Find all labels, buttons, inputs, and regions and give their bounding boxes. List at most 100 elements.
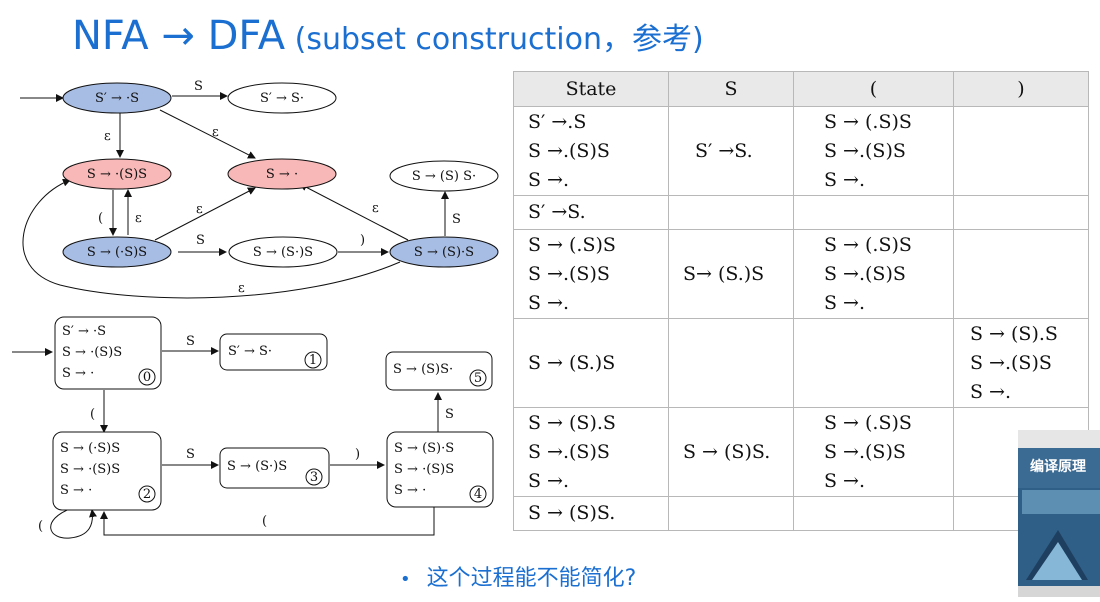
header-rparen: ) — [953, 71, 1089, 107]
dfa-edge-label: S — [186, 334, 195, 349]
cell-state: S → (S)S. — [513, 496, 669, 531]
dfa-item: S → (S·)S — [227, 459, 287, 474]
table-header-row: State S ( ) — [513, 71, 1089, 107]
dfa-edge-label: ( — [262, 514, 267, 529]
cell-line: S →.(S)S — [824, 139, 906, 162]
cell-line: S →. — [528, 168, 570, 191]
nfa-edge — [299, 183, 409, 241]
cell-state: S → (S).S S →.(S)S S →. — [513, 407, 669, 497]
dfa-item: S → · — [394, 483, 426, 498]
nfa-edge-label: S — [196, 233, 205, 248]
nfa-edge — [159, 109, 256, 159]
cell-s: S→ (S.)S — [668, 229, 794, 319]
nfa-state-label: S′ → ·S — [95, 91, 139, 106]
cell-lparen: S → (.S)S S →.(S)S S →. — [793, 407, 954, 497]
cell-line: S → (.S)S — [824, 411, 912, 434]
dfa-item: S → ·(S)S — [62, 345, 122, 360]
cell-line: S →.(S)S — [528, 440, 610, 463]
bullet-text: 这个过程能不能简化? — [426, 566, 637, 591]
cell-line: S → (.S)S — [528, 233, 616, 256]
cell-line: S′ →S. — [528, 201, 586, 223]
dfa-item: S → · — [62, 366, 94, 381]
state-number: 5 — [474, 371, 482, 386]
cell-state: S → (S.)S — [513, 318, 669, 408]
state-number: 0 — [143, 370, 151, 385]
cell-lparen — [793, 496, 954, 531]
bullet-dot: • — [400, 569, 411, 590]
cell-line: S →.(S)S — [528, 262, 610, 285]
nfa-state-label: S → (·S)S — [87, 245, 147, 260]
table-row: S → (S).S S →.(S)S S →. S → (S)S. S → (.… — [513, 407, 1089, 497]
title-main: NFA → DFA — [72, 13, 286, 59]
cell-line: S →. — [528, 291, 570, 314]
cell-s — [668, 195, 794, 230]
cell-state: S → (.S)S S →.(S)S S →. — [513, 229, 669, 319]
textbook-title: 编译原理 — [1030, 459, 1086, 475]
nfa-edge-label: ε — [135, 211, 142, 226]
nfa-state-label: S → ·(S)S — [87, 167, 147, 182]
nfa-diagram: S ε ε ( ε ε S ) S ε ε S′ → ·S S′ → S· S … — [20, 79, 499, 299]
dfa-item: S → (·S)S — [60, 441, 120, 456]
cell-rparen — [953, 195, 1089, 230]
dfa-item: S → (S)·S — [394, 441, 454, 456]
nfa-edge-label: ε — [196, 202, 203, 217]
cell-line: S → (S)S. — [683, 440, 771, 463]
dfa-edge-label: ( — [38, 519, 43, 534]
cell-s: S → (S)S. — [668, 407, 794, 497]
cell-line: S →. — [528, 469, 570, 492]
table-row: S′ →S. — [513, 195, 1089, 230]
state-number: 1 — [309, 353, 317, 368]
dfa-edge-label: S — [186, 447, 195, 462]
textbook-cover-image: 编译原理 — [1018, 430, 1100, 597]
nfa-state-label: S → (S·)S — [253, 245, 313, 260]
cell-line: S → (.S)S — [824, 110, 912, 133]
dfa-item: S′ → ·S — [62, 324, 106, 339]
cell-lparen — [793, 195, 954, 230]
cell-line: S′ →.S — [528, 110, 587, 133]
nfa-edge — [22, 178, 401, 299]
title-subtitle: (subset construction，参考) — [285, 22, 704, 57]
state-number: 4 — [474, 487, 482, 502]
cell-state: S′ →.S S →.(S)S S →. — [513, 106, 669, 196]
nfa-edge-label: S — [194, 79, 203, 94]
table-row: S′ →.S S →.(S)S S →. S′ →S. S → (.S)S S … — [513, 106, 1089, 196]
cell-line: S → (S.)S — [528, 351, 616, 374]
cell-line: S →. — [824, 469, 866, 492]
dfa-diagram: S ( S ) S ( ( S′ → ·S S → ·(S)S S → · 0 … — [12, 316, 494, 539]
dfa-transition-table: State S ( ) S′ →.S S →.(S)S S →. S′ →S. … — [513, 71, 1089, 531]
nfa-state-label: S → (S)·S — [414, 245, 474, 260]
cell-line: S →.(S)S — [528, 139, 610, 162]
cell-line: S →.(S)S — [824, 440, 906, 463]
cell-s: S′ →S. — [668, 106, 794, 196]
dfa-item: S → (S)S· — [393, 362, 453, 377]
nfa-state-label: S → (S) S· — [412, 169, 476, 184]
nfa-edge-label: ε — [372, 201, 379, 216]
cell-lparen — [793, 318, 954, 408]
dfa-edge-label: ( — [90, 407, 95, 422]
slide-title: NFA → DFA (subset construction，参考) — [72, 8, 704, 64]
table-row: S → (S)S. — [513, 496, 1089, 531]
nfa-state-label: S′ → S· — [260, 91, 304, 106]
dfa-item: S → ·(S)S — [60, 462, 120, 477]
nfa-edge-label: S — [452, 212, 461, 227]
cell-rparen — [953, 229, 1089, 319]
dfa-edge-label: S — [445, 407, 454, 422]
nfa-edge-label: ε — [104, 129, 111, 144]
state-number: 2 — [143, 487, 151, 502]
cell-line: S →.(S)S — [824, 262, 906, 285]
dfa-item: S′ → S· — [228, 344, 272, 359]
cell-lparen: S → (.S)S S →.(S)S S →. — [793, 106, 954, 196]
cell-line: S → (S)S. — [528, 502, 616, 524]
table-row: S → (.S)S S →.(S)S S →. S→ (S.)S S → (.S… — [513, 229, 1089, 319]
cell-line: S →. — [824, 168, 866, 191]
cell-line: S →. — [970, 380, 1012, 403]
state-number: 3 — [310, 470, 318, 485]
cell-line: S → (S).S — [970, 322, 1058, 345]
cell-line: S→ (S.)S — [683, 262, 765, 285]
cell-line: S →. — [824, 291, 866, 314]
question-bullet: • 这个过程能不能简化? — [400, 560, 636, 592]
cell-line: S → (S).S — [528, 411, 616, 434]
table-row: S → (S.)S S → (S).S S →.(S)S S →. — [513, 318, 1089, 408]
dfa-item: S → ·(S)S — [394, 462, 454, 477]
dfa-self-loop — [50, 507, 97, 539]
